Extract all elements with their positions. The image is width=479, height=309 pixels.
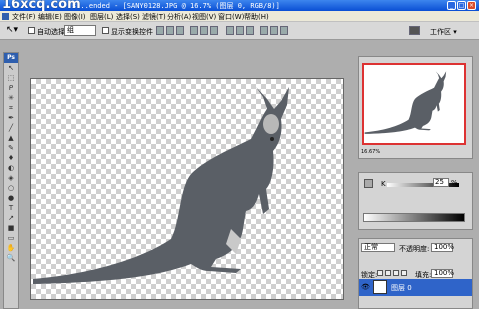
lock-transparency-icon[interactable] <box>377 270 383 276</box>
brush-tool[interactable]: ▲ <box>4 133 18 143</box>
title-bar: 16xcq.com s...ended - [SANY0128.JPG @ 16… <box>0 0 479 12</box>
lock-image-icon[interactable] <box>385 270 391 276</box>
magic-wand-tool[interactable]: ✳ <box>4 93 18 103</box>
auto-select-label: 自动选择: <box>37 28 68 36</box>
history-brush-tool[interactable]: ♦ <box>4 153 18 163</box>
menu-filter[interactable]: 滤镜(T) <box>142 12 166 22</box>
path-selection-tool[interactable]: ↗ <box>4 213 18 223</box>
align-bottom-icon[interactable] <box>176 26 184 35</box>
lasso-tool[interactable]: ᑭ <box>4 83 18 93</box>
menu-image[interactable]: 图像(I) <box>64 12 86 22</box>
ps-menu-icon[interactable] <box>2 13 9 20</box>
crop-tool[interactable]: ⌗ <box>4 103 18 113</box>
distribute-hcenter-icon[interactable] <box>270 26 278 35</box>
navigator-thumbnail[interactable] <box>362 63 466 145</box>
eraser-tool[interactable]: ◐ <box>4 163 18 173</box>
zoom-tool[interactable]: 🔍 <box>4 253 18 263</box>
show-transform-label: 显示变换控件 <box>111 28 153 36</box>
slice-tool[interactable]: ✒ <box>4 113 18 123</box>
blend-mode-dropdown[interactable]: 正常 <box>361 243 395 252</box>
distribute-bottom-icon[interactable] <box>246 26 254 35</box>
distribute-top-icon[interactable] <box>226 26 234 35</box>
type-tool[interactable]: T <box>4 203 18 213</box>
notes-tool[interactable]: ▭ <box>4 233 18 243</box>
menu-window[interactable]: 窗口(W) <box>218 12 244 22</box>
eye-icon[interactable]: 👁 <box>361 283 370 291</box>
opacity-field[interactable]: 100% <box>431 243 454 252</box>
opacity-label: 不透明度: <box>399 245 430 253</box>
maximize-button[interactable]: □ <box>457 1 466 10</box>
menu-help[interactable]: 帮助(H) <box>244 12 269 22</box>
lock-position-icon[interactable] <box>393 270 399 276</box>
align-hcenter-icon[interactable] <box>200 26 208 35</box>
menu-analysis[interactable]: 分析(A) <box>167 12 191 22</box>
minimize-button[interactable]: _ <box>447 1 456 10</box>
shape-tool[interactable]: ■ <box>4 223 18 233</box>
window-title: s...ended - [SANY0128.JPG @ 16.7% (图层 0,… <box>72 2 280 10</box>
menu-layer[interactable]: 图层(L) <box>90 12 113 22</box>
color-ramp[interactable] <box>363 213 465 222</box>
distribute-left-icon[interactable] <box>260 26 268 35</box>
options-bar: ↖▾ 自动选择: 组 显示变换控件 工作区 ▾ <box>0 22 479 40</box>
k-value-field[interactable]: 25 <box>433 178 449 187</box>
align-top-icon[interactable] <box>156 26 164 35</box>
layer-row[interactable]: 👁 图层 0 <box>359 279 472 296</box>
lock-all-icon[interactable] <box>401 270 407 276</box>
navigator-preview <box>364 71 447 134</box>
align-right-icon[interactable] <box>210 26 218 35</box>
menu-bar: 文件(F) 编辑(E) 图像(I) 图层(L) 选择(S) 滤镜(T) 分析(A… <box>0 11 479 22</box>
menu-edit[interactable]: 编辑(E) <box>38 12 62 22</box>
layer-thumbnail <box>373 280 387 294</box>
percent-sign: % <box>451 179 458 187</box>
menu-file[interactable]: 文件(F) <box>12 12 36 22</box>
hand-tool[interactable]: ✋ <box>4 243 18 253</box>
auto-select-dropdown[interactable]: 组 <box>64 25 96 36</box>
channel-label: K <box>381 180 386 188</box>
layer-name[interactable]: 图层 0 <box>391 283 412 293</box>
gradient-tool[interactable]: ◈ <box>4 173 18 183</box>
fill-field[interactable]: 100% <box>431 269 454 278</box>
align-vcenter-icon[interactable] <box>166 26 174 35</box>
menu-select[interactable]: 选择(S) <box>116 12 140 22</box>
ps-logo: Ps <box>4 53 18 63</box>
move-tool[interactable]: ↖ <box>4 63 18 73</box>
healing-brush-tool[interactable]: ╱ <box>4 123 18 133</box>
distribute-vcenter-icon[interactable] <box>236 26 244 35</box>
toolbox: Ps ↖ ⬚ ᑭ ✳ ⌗ ✒ ╱ ▲ ✎ ♦ ◐ ◈ ○ ● T ↗ ■ ▭ ✋… <box>3 52 19 309</box>
navigator-panel: 16.67% <box>358 56 473 159</box>
document-canvas[interactable] <box>30 78 344 300</box>
auto-select-checkbox[interactable] <box>28 27 35 34</box>
menu-view[interactable]: 视图(V) <box>192 12 216 22</box>
kangaroo-image <box>33 87 289 284</box>
clone-stamp-tool[interactable]: ✎ <box>4 143 18 153</box>
color-panel: K 25 % <box>358 172 473 230</box>
foreground-color-swatch[interactable] <box>364 179 373 188</box>
show-transform-checkbox[interactable] <box>102 27 109 34</box>
palette-well-icon[interactable] <box>409 26 420 35</box>
close-button[interactable]: × <box>467 1 476 10</box>
marquee-tool[interactable]: ⬚ <box>4 73 18 83</box>
move-tool-icon[interactable]: ↖▾ <box>6 25 18 35</box>
layers-panel: 正常 不透明度: 100% 锁定: 填充: 100% 👁 图层 0 <box>358 238 473 309</box>
auto-select-value: 组 <box>67 26 74 34</box>
workspace-button[interactable]: 工作区 ▾ <box>430 27 457 37</box>
navigator-zoom[interactable]: 16.67% <box>361 149 380 155</box>
dodge-tool[interactable]: ● <box>4 193 18 203</box>
align-left-icon[interactable] <box>190 26 198 35</box>
distribute-right-icon[interactable] <box>280 26 288 35</box>
blur-tool[interactable]: ○ <box>4 183 18 193</box>
